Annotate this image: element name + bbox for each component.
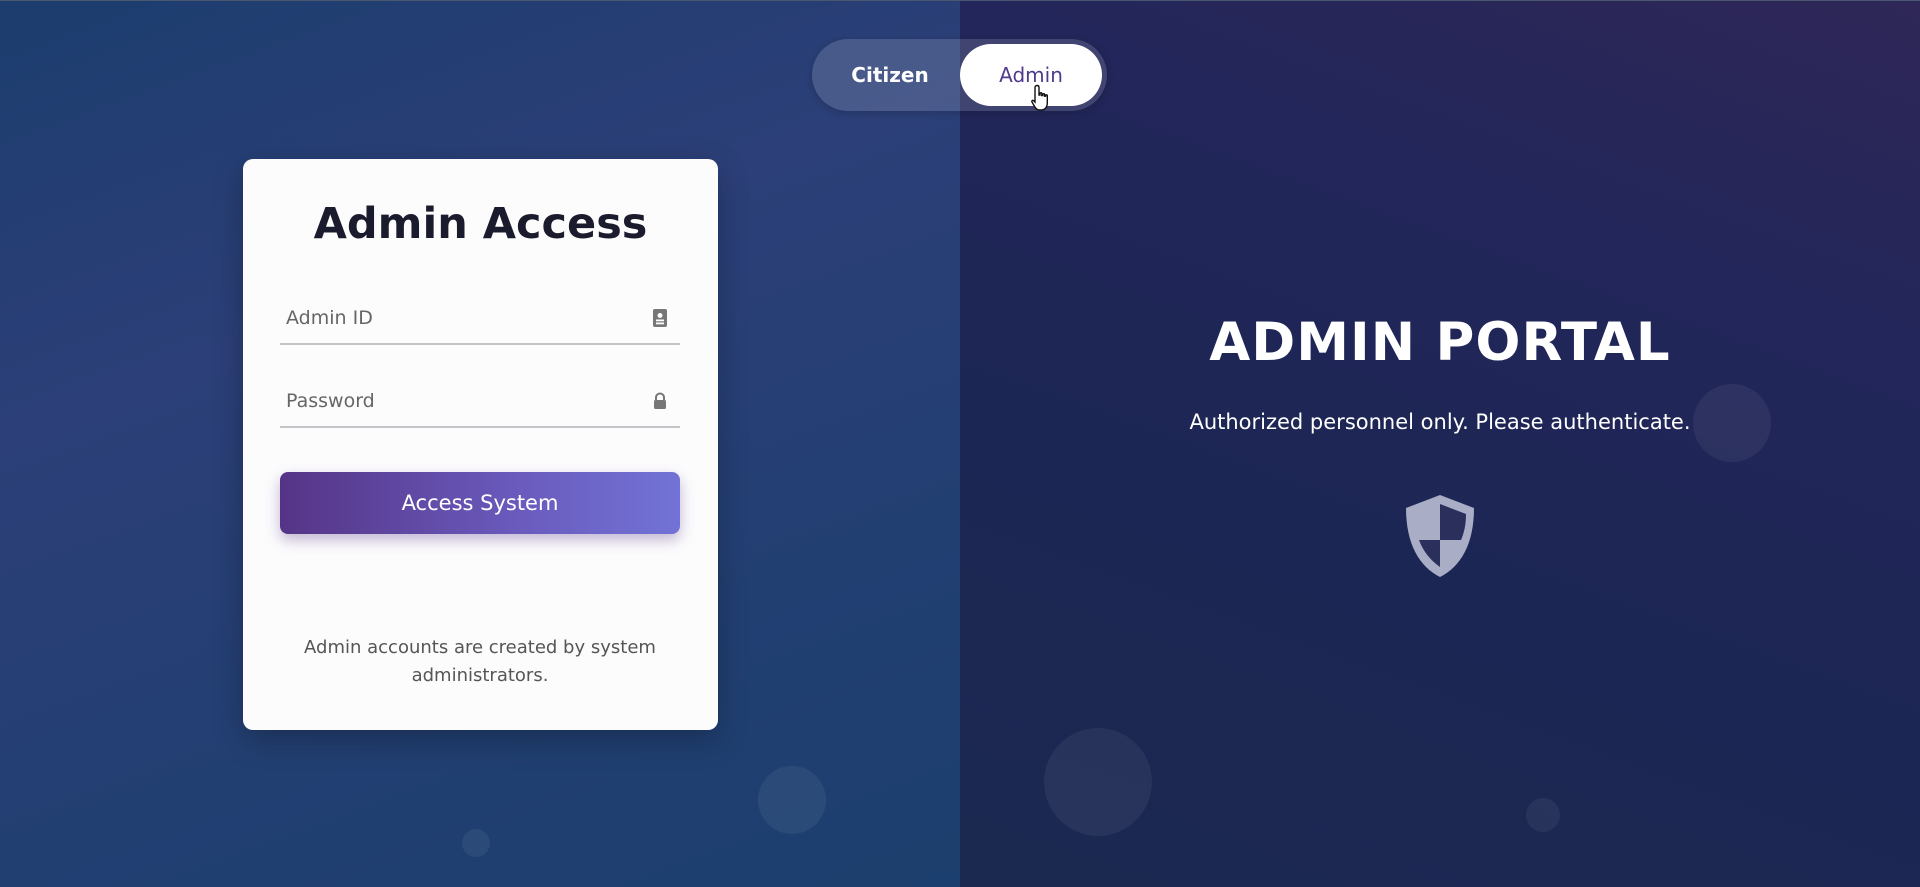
admin-accounts-note: Admin accounts are created by system adm… <box>304 637 656 686</box>
portal-subtitle: Authorized personnel only. Please authen… <box>1189 410 1691 434</box>
admin-id-input[interactable] <box>280 293 640 343</box>
top-border <box>0 0 1920 1</box>
lock-icon <box>654 392 666 409</box>
portal-title: ADMIN PORTAL <box>1209 312 1671 373</box>
access-system-button[interactable]: Access System <box>280 472 680 534</box>
card-title: Admin Access <box>313 199 648 249</box>
citizen-toggle-button[interactable]: Citizen <box>820 44 960 106</box>
decorative-bubble <box>462 829 490 857</box>
decorative-bubble <box>1526 798 1560 832</box>
right-panel <box>960 0 1920 887</box>
hand-cursor-icon <box>1031 84 1048 111</box>
admin-login-card: Admin Access Access System Admin account… <box>243 159 718 730</box>
shield-icon <box>1406 495 1474 577</box>
role-toggle: Citizen Admin <box>812 39 1107 111</box>
id-card-icon <box>653 309 667 327</box>
decorative-bubble <box>1044 728 1152 836</box>
decorative-bubble <box>758 766 826 834</box>
admin-id-field <box>280 293 680 345</box>
password-input[interactable] <box>280 376 640 426</box>
password-field <box>280 376 680 428</box>
